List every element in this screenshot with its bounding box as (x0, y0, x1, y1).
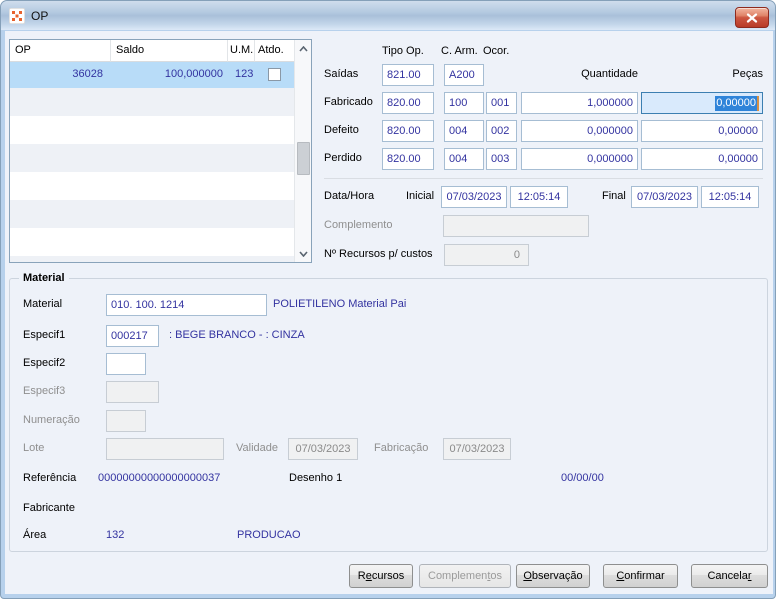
defeito-pecas-field[interactable]: 0,00000 (641, 120, 763, 142)
close-button[interactable] (735, 7, 769, 28)
especif1-field[interactable]: 000217 (106, 325, 159, 347)
complemento-label: Complemento (324, 219, 393, 231)
text-caret (757, 95, 759, 111)
final-time-field[interactable]: 12:05:14 (701, 186, 759, 208)
dialog-body: OP Saldo U.M. Atdo. 36028 100,000000 123 (5, 31, 773, 594)
perdido-pecas-field[interactable]: 0,00000 (641, 148, 763, 170)
cell-saldo: 100,000000 (164, 68, 223, 80)
grid-row-selected[interactable]: 36028 100,000000 123 (10, 62, 294, 88)
ocor-header: Ocor. (483, 45, 510, 57)
perdido-ocor-field[interactable]: 003 (486, 148, 517, 170)
defeito-tipo-op-field[interactable]: 820.00 (382, 120, 434, 142)
grid-scrollbar[interactable] (294, 40, 311, 262)
cancelar-button[interactable]: Cancela r (691, 564, 768, 588)
fabricado-c-arm-field[interactable]: 100 (444, 92, 484, 114)
saidas-tipo-op-field[interactable]: 821.00 (382, 64, 434, 86)
fabricacao-field: 07/03/2023 (443, 438, 511, 460)
perdido-c-arm-field[interactable]: 004 (444, 148, 484, 170)
scroll-down-icon[interactable] (295, 245, 312, 262)
recursos-custos-label: Nº Recursos p/ custos (324, 248, 433, 260)
grid-header-atdo: Atdo. (255, 40, 294, 62)
title-bar[interactable]: OP (1, 1, 775, 30)
validade-label: Validade (236, 442, 278, 454)
defeito-quantidade-field[interactable]: 0,000000 (521, 120, 638, 142)
saidas-c-arm-field[interactable]: A200 (444, 64, 484, 86)
fabricante-label: Fabricante (23, 502, 75, 514)
fabricado-label: Fabricado (324, 96, 373, 108)
op-grid: OP Saldo U.M. Atdo. 36028 100,000000 123 (9, 39, 312, 263)
area-description: PRODUCAO (237, 529, 301, 541)
fabricado-quantidade-field[interactable]: 1,000000 (521, 92, 638, 114)
cell-op: 36028 (72, 68, 103, 80)
complemento-field (443, 215, 589, 237)
desenho-value: Desenho 1 (289, 472, 343, 484)
grid-header-saldo: Saldo (111, 40, 228, 62)
window-title: OP (31, 8, 49, 23)
grid-empty-rows (10, 88, 294, 262)
section-divider (324, 178, 763, 179)
final-date-field[interactable]: 07/03/2023 (631, 186, 698, 208)
final-label: Final (602, 190, 626, 202)
area-label: Área (23, 529, 47, 541)
fabricado-pecas-field[interactable]: 0,00000 (641, 92, 763, 114)
defeito-label: Defeito (324, 124, 359, 136)
recursos-custos-field: 0 (444, 244, 529, 266)
scroll-up-icon[interactable] (295, 40, 312, 57)
inicial-time-field[interactable]: 12:05:14 (510, 186, 568, 208)
especif1-label: Especif1 (23, 329, 66, 341)
cell-um: 123 (235, 68, 254, 80)
grid-header-op: OP (10, 40, 111, 62)
selected-text: 0,00000 (715, 95, 757, 111)
lote-label: Lote (23, 442, 45, 454)
perdido-label: Perdido (324, 152, 362, 164)
inicial-label: Inicial (406, 190, 435, 202)
referencia-label: Referência (23, 472, 77, 484)
datahora-label: Data/Hora (324, 190, 375, 202)
material-description: POLIETILENO Material Pai (273, 298, 407, 310)
validade-field: 07/03/2023 (288, 438, 358, 460)
material-label: Material (23, 298, 63, 310)
especif1-description: : BEGE BRANCO - : CINZA (169, 329, 305, 341)
close-icon (746, 12, 758, 23)
observacao-button[interactable]: Observação (516, 564, 590, 588)
numeracao-label: Numeração (23, 414, 80, 426)
perdido-quantidade-field[interactable]: 0,000000 (521, 148, 638, 170)
pecas-header: Peças (732, 68, 763, 80)
app-icon (9, 7, 25, 24)
recursos-button[interactable]: Re cursos (349, 564, 413, 588)
fabricado-ocor-field[interactable]: 001 (486, 92, 517, 114)
perdido-tipo-op-field[interactable]: 820.00 (382, 148, 434, 170)
especif3-field (106, 381, 159, 403)
complementos-button: Complemen t os (419, 564, 511, 588)
tipo-op-header: Tipo Op. (382, 45, 424, 57)
referencia-value: 00000000000000000037 (98, 472, 221, 484)
area-value: 132 (106, 529, 125, 541)
atdo-checkbox[interactable] (268, 68, 281, 81)
inicial-date-field[interactable]: 07/03/2023 (441, 186, 507, 208)
especif2-field[interactable] (106, 353, 146, 375)
material-field[interactable]: 010. 100. 1214 (106, 294, 267, 316)
op-dialog: OP OP Saldo U.M. Atdo. 36028 100,000000 … (0, 0, 776, 599)
especif2-label: Especif2 (23, 357, 66, 369)
defeito-c-arm-field[interactable]: 004 (444, 120, 484, 142)
numeracao-field (106, 410, 146, 432)
saidas-label: Saídas (324, 68, 359, 80)
referencia-date: 00/00/00 (561, 472, 604, 484)
especif3-label: Especif3 (23, 385, 66, 397)
fabricado-tipo-op-field[interactable]: 820.00 (382, 92, 434, 114)
fabricacao-label: Fabricação (374, 442, 429, 454)
lote-field (106, 438, 224, 460)
quantidade-header: Quantidade (581, 68, 638, 80)
scrollbar-thumb[interactable] (297, 142, 310, 175)
material-group-title: Material (19, 272, 69, 284)
confirmar-button[interactable]: Confirmar (603, 564, 678, 588)
c-arm-header: C. Arm. (441, 45, 478, 57)
defeito-ocor-field[interactable]: 002 (486, 120, 517, 142)
grid-header-um: U.M. (228, 40, 255, 62)
